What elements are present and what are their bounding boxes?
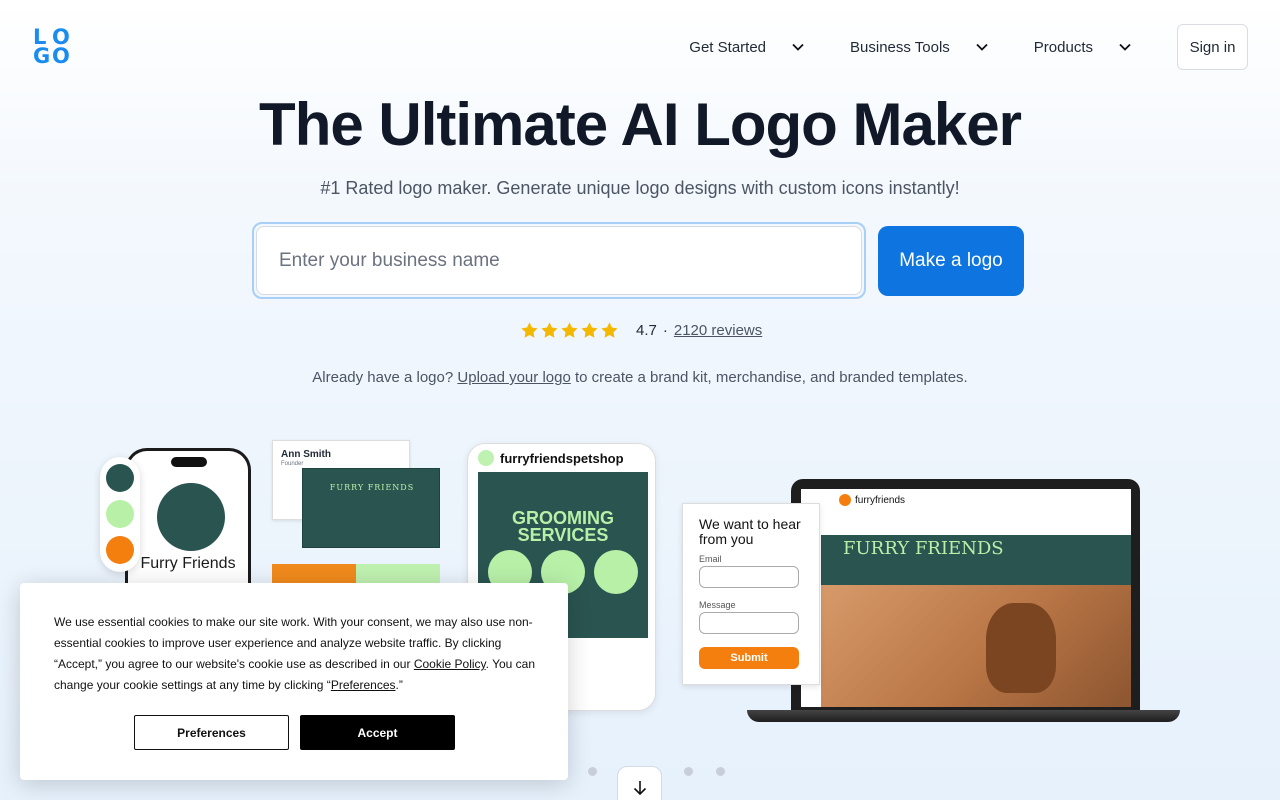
carousel-dot[interactable] — [716, 767, 725, 776]
carousel-dot[interactable] — [684, 767, 693, 776]
star-icon — [601, 322, 618, 338]
rating-stars — [520, 321, 620, 340]
brand-logo[interactable]: L O G O — [33, 27, 73, 67]
business-name-input[interactable] — [256, 226, 862, 295]
accept-button[interactable]: Accept — [300, 715, 455, 750]
preferences-button[interactable]: Preferences — [134, 715, 289, 750]
contact-submit-button: Submit — [699, 647, 799, 669]
swatch-teal — [106, 464, 134, 492]
star-icon — [581, 322, 598, 338]
profile-avatar — [478, 450, 494, 466]
scroll-down-button[interactable] — [617, 766, 662, 800]
contact-email-field — [699, 566, 799, 588]
cookie-banner: We use essential cookies to make our sit… — [20, 583, 568, 780]
social-post-header: furryfriendspetshop — [478, 450, 624, 466]
star-icon — [561, 322, 578, 338]
contact-message-label: Message — [699, 600, 736, 610]
website-hero-photo — [821, 585, 1131, 707]
website-header: furryfriends — [839, 494, 905, 506]
phone-brand-name: Furry Friends — [140, 555, 236, 572]
logo-letter-g: G — [33, 44, 51, 68]
website-banner: FURRY FRIENDS — [821, 535, 1131, 585]
social-handle: furryfriendspetshop — [500, 450, 624, 466]
cookie-message: We use essential cookies to make our sit… — [54, 612, 544, 696]
dog-logo-badge — [157, 483, 225, 551]
star-icon — [541, 322, 558, 338]
contact-form-mockup: We want to hear from you Email Message S… — [682, 503, 820, 685]
cookie-policy-link[interactable]: Cookie Policy — [414, 657, 486, 671]
reviews-link[interactable]: 2120 reviews — [674, 322, 762, 339]
business-card-back: FURRY FRIENDS — [302, 468, 440, 548]
cookie-preferences-link[interactable]: Preferences — [331, 678, 396, 692]
nav-business-tools[interactable]: Business Tools — [850, 39, 990, 56]
sign-in-button[interactable]: Sign in — [1177, 24, 1248, 70]
hero-subtitle: #1 Rated logo maker. Generate unique log… — [320, 178, 960, 198]
laptop-mockup: furryfriends FURRY FRIENDS — [791, 479, 1140, 711]
business-name-field-wrapper — [252, 222, 866, 299]
chevron-down-icon — [1119, 43, 1131, 51]
business-card-name: Ann Smith — [281, 449, 331, 460]
phone-notch — [171, 457, 207, 467]
arrow-down-icon — [633, 781, 646, 796]
laptop-base — [747, 710, 1180, 722]
site-name: furryfriends — [855, 494, 906, 506]
contact-form-heading: We want to hear from you — [699, 516, 801, 547]
chevron-down-icon — [976, 43, 988, 51]
upload-prompt-suffix: to create a brand kit, merchandise, and … — [574, 369, 968, 386]
top-nav: Get Started Business Tools Products Sign… — [689, 24, 1248, 70]
upload-prompt: Already have a logo? Upload your logo to… — [0, 369, 1280, 386]
laptop-screen: furryfriends FURRY FRIENDS — [801, 489, 1131, 707]
rating-summary: 4.7 · 2120 reviews — [520, 321, 762, 340]
carousel-dot[interactable] — [588, 767, 597, 776]
contact-email-label: Email — [699, 554, 722, 564]
nav-get-started[interactable]: Get Started — [689, 39, 806, 56]
upload-logo-link[interactable]: Upload your logo — [457, 369, 570, 386]
website-banner-text: FURRY FRIENDS — [843, 538, 1004, 559]
contact-message-field — [699, 612, 799, 634]
business-card-back-text: FURRY FRIENDS — [329, 483, 415, 492]
color-palette — [100, 457, 140, 572]
nav-products[interactable]: Products — [1034, 39, 1133, 56]
phone-mockup: Furry Friends — [125, 448, 251, 598]
chevron-down-icon — [792, 43, 804, 51]
cookie-text-3: .” — [395, 678, 403, 692]
swatch-green — [106, 500, 134, 528]
dog-photo — [986, 603, 1056, 693]
nav-products-label: Products — [1033, 38, 1093, 56]
nav-get-started-label: Get Started — [689, 38, 767, 56]
nav-business-tools-label: Business Tools — [850, 38, 950, 56]
grooming-icon-cat — [594, 550, 638, 594]
upload-prompt-prefix: Already have a logo? — [312, 369, 454, 386]
rating-separator: · — [662, 322, 668, 339]
site-logo-icon — [839, 494, 851, 506]
business-card-role: Founder — [281, 461, 304, 467]
swatch-orange — [106, 536, 134, 564]
page-title: The Ultimate AI Logo Maker — [259, 91, 1022, 158]
social-post-headline: GROOMING SERVICES — [512, 508, 614, 545]
make-logo-button[interactable]: Make a logo — [878, 226, 1024, 296]
logo-letter-o2: O — [52, 44, 70, 68]
star-icon — [521, 322, 538, 338]
rating-score: 4.7 — [636, 322, 657, 339]
